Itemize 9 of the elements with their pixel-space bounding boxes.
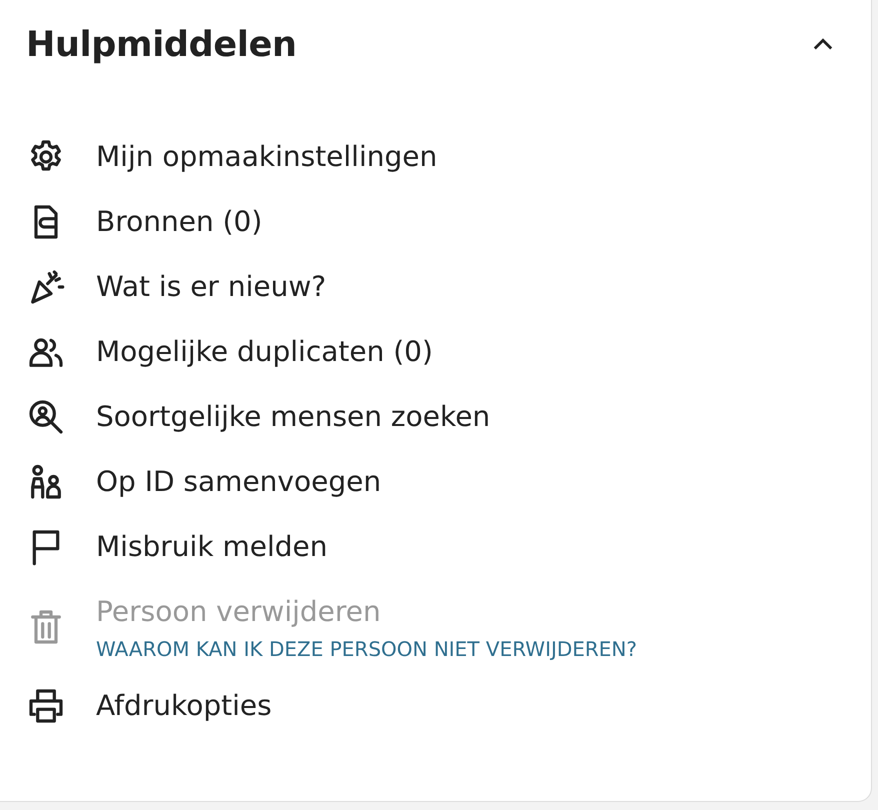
menu-item[interactable]: Afdrukopties: [96, 689, 272, 723]
menu-item[interactable]: Mijn opmaakinstellingen: [96, 140, 438, 174]
menu-item[interactable]: Bronnen (0): [96, 205, 262, 239]
menu-item[interactable]: Soortgelijke mensen zoeken: [96, 400, 490, 434]
menu-item[interactable]: Mogelijke duplicaten (0): [96, 335, 433, 369]
menu-item[interactable]: Op ID samenvoegen: [96, 465, 382, 499]
menu-item[interactable]: Misbruik melden: [96, 530, 328, 564]
menu-item[interactable]: Wat is er nieuw?: [96, 270, 326, 304]
panel-title: Hulpmiddelen: [26, 25, 297, 65]
